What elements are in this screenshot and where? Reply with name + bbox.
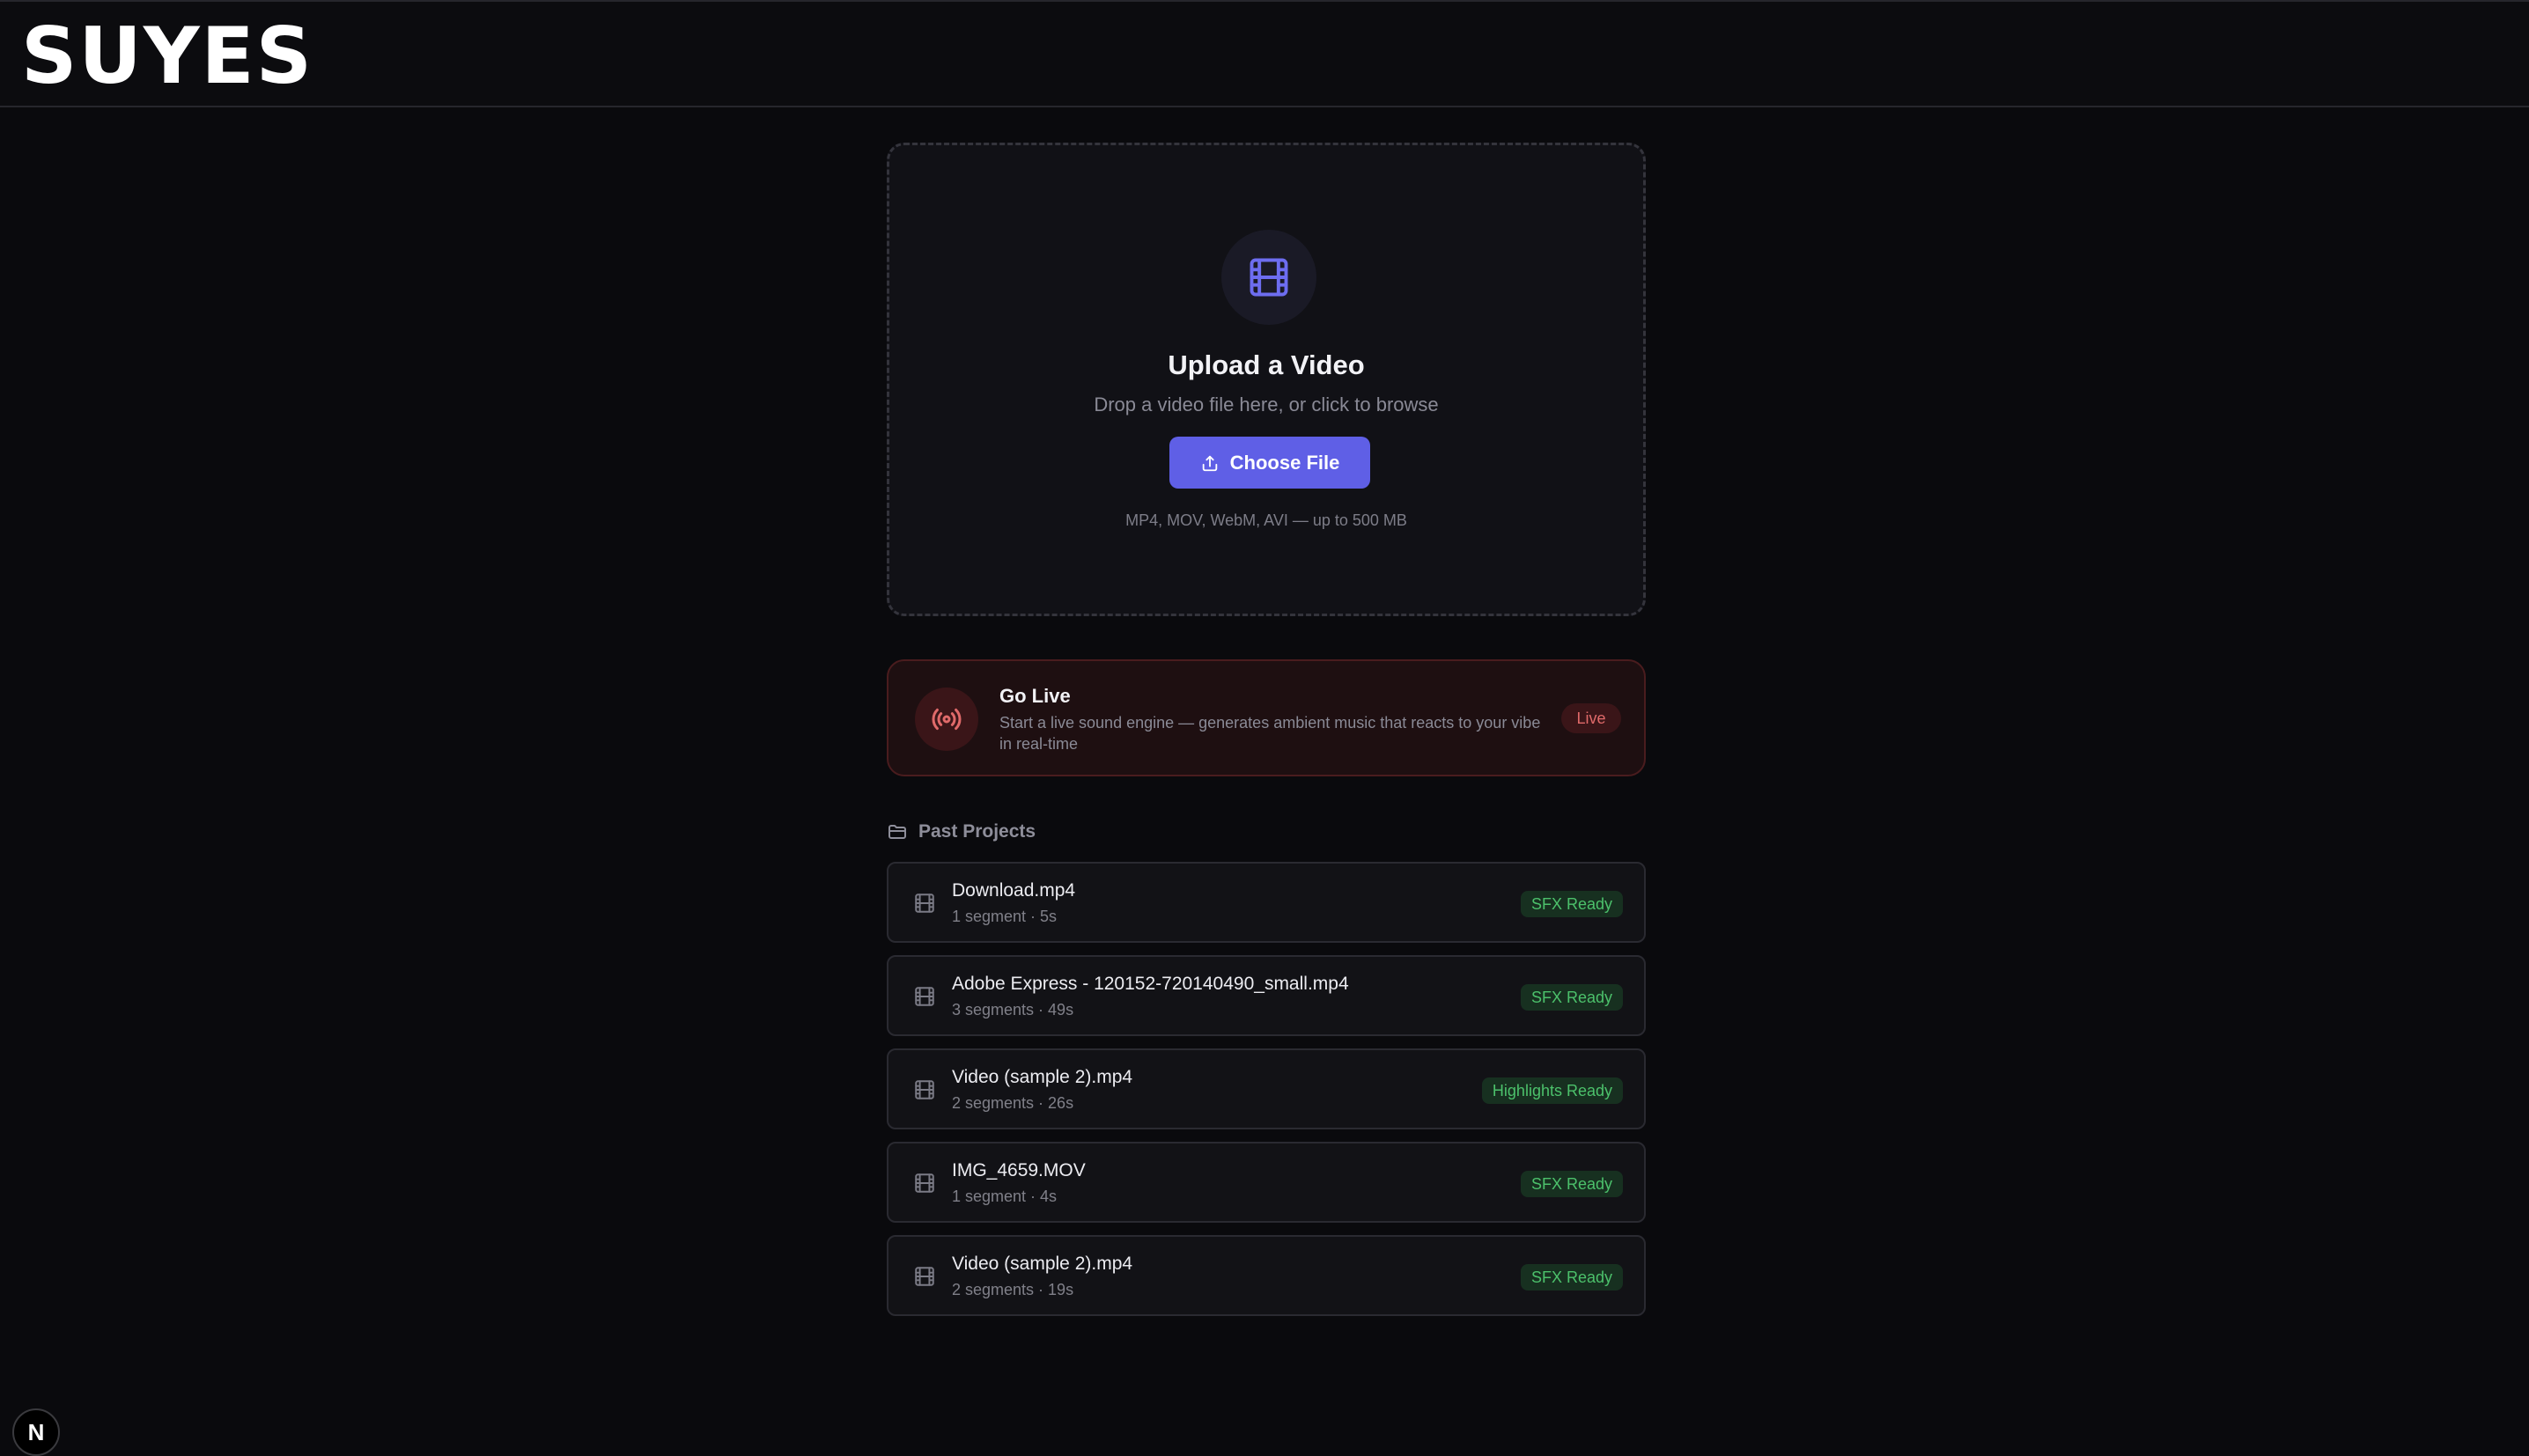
upload-subtitle: Drop a video file here, or click to brow… xyxy=(1094,393,1439,415)
status-badge: Highlights Ready xyxy=(1481,1077,1623,1104)
project-row[interactable]: IMG_4659.MOV 1 segment · 4s SFX Ready xyxy=(887,1142,1646,1223)
project-meta: 2 segments · 26s xyxy=(952,1094,1074,1112)
film-icon xyxy=(913,1172,936,1195)
status-badge: SFX Ready xyxy=(1520,984,1623,1011)
status-badge: SFX Ready xyxy=(1520,891,1623,917)
project-meta: 1 segment · 4s xyxy=(952,1188,1058,1205)
project-row[interactable]: Video (sample 2).mp4 2 segments · 26s Hi… xyxy=(887,1048,1646,1129)
project-name: Video (sample 2).mp4 xyxy=(952,1254,1133,1274)
upload-title: Upload a Video xyxy=(1168,349,1365,380)
film-icon xyxy=(913,1078,936,1101)
status-badge: SFX Ready xyxy=(1520,1264,1623,1291)
live-badge: Live xyxy=(1561,703,1621,733)
choose-file-button[interactable]: Choose File xyxy=(1169,437,1370,489)
film-icon xyxy=(913,985,936,1008)
go-live-card[interactable]: Go Live Start a live sound engine — gene… xyxy=(887,659,1646,776)
broadcast-icon xyxy=(915,688,978,751)
past-projects-header: Past Projects xyxy=(887,817,1036,847)
project-row[interactable]: Adobe Express - 120152-720140490_small.m… xyxy=(887,955,1646,1036)
upload-dropzone[interactable]: Upload a Video Drop a video file here, o… xyxy=(887,143,1646,616)
upload-formats-hint: MP4, MOV, WebM, AVI — up to 500 MB xyxy=(1125,511,1407,529)
project-meta: 1 segment · 5s xyxy=(952,908,1058,925)
project-name: Download.mp4 xyxy=(952,880,1076,901)
go-live-description: Start a live sound engine — generates am… xyxy=(999,714,1541,753)
folder-icon xyxy=(887,821,908,842)
project-name: Adobe Express - 120152-720140490_small.m… xyxy=(952,974,1349,994)
project-name: IMG_4659.MOV xyxy=(952,1160,1086,1180)
past-projects-title: Past Projects xyxy=(918,821,1036,842)
project-name: Video (sample 2).mp4 xyxy=(952,1067,1133,1087)
status-badge: SFX Ready xyxy=(1520,1171,1623,1197)
project-row[interactable]: Download.mp4 1 segment · 5s SFX Ready xyxy=(887,862,1646,943)
go-live-title: Go Live xyxy=(999,685,1071,707)
upload-icon xyxy=(1200,453,1220,473)
film-icon xyxy=(913,1265,936,1288)
app-logo[interactable]: SUYES xyxy=(21,14,313,99)
dev-tools-badge[interactable]: N xyxy=(12,1408,60,1456)
film-icon xyxy=(1221,230,1316,325)
top-header: SUYES xyxy=(0,0,2529,107)
project-row[interactable]: Video (sample 2).mp4 2 segments · 19s SF… xyxy=(887,1235,1646,1316)
project-meta: 2 segments · 19s xyxy=(952,1281,1074,1298)
choose-file-label: Choose File xyxy=(1229,451,1340,474)
project-meta: 3 segments · 49s xyxy=(952,1001,1074,1018)
film-icon xyxy=(913,892,936,915)
